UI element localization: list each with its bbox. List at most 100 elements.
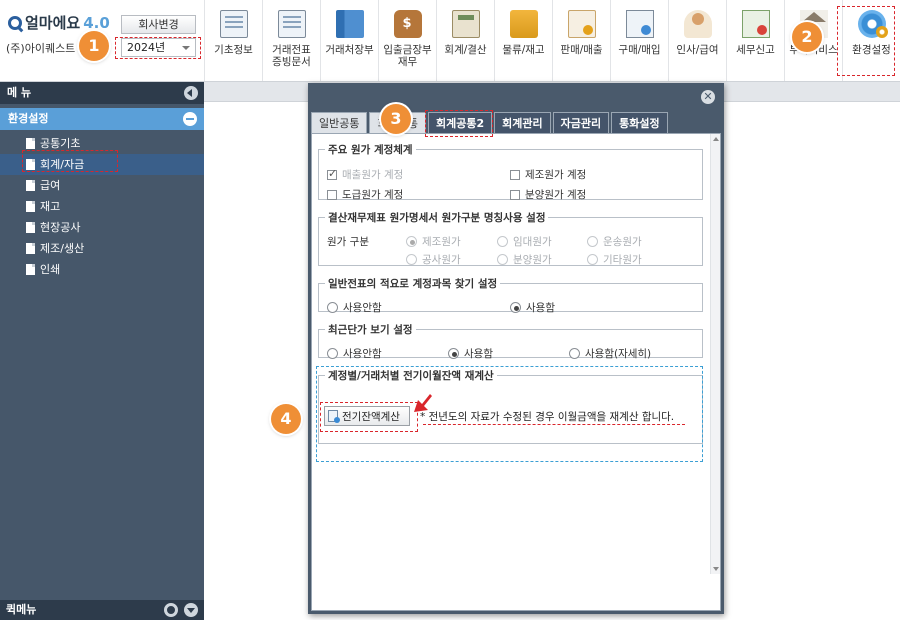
- sidebar-item-label: 인쇄: [40, 263, 61, 276]
- step-badge-1: 1: [79, 31, 109, 61]
- tab-accounting-management[interactable]: 회계관리: [494, 112, 551, 133]
- tab-currency-settings[interactable]: 통화설정: [611, 112, 668, 133]
- page-icon: [26, 222, 35, 233]
- group-title: 주요 원가 계정체계: [328, 144, 413, 156]
- checkbox-sale-in-lots-cost[interactable]: 분양원가 계정: [510, 187, 586, 202]
- account-search-group: 일반전표의 적요로 계정과목 찾기 설정 사용안함 사용함: [318, 276, 703, 315]
- sidebar-item-payroll[interactable]: 급여: [0, 175, 204, 196]
- highlight-settings-menu: [837, 6, 895, 76]
- radio-recent-price-detail[interactable]: 사용함(자세히): [569, 346, 651, 361]
- cost-category-label: 원가 구분: [327, 236, 369, 248]
- option-label: 분양원가 계정: [525, 189, 587, 201]
- sidebar-item-label: 제조/생산: [40, 242, 85, 255]
- option-label: 분양원가: [513, 254, 552, 266]
- settings-dialog: ✕ 일반공통 회계공통 회계공통2 회계관리 자금관리 통화설정 주요 원가 계…: [308, 83, 724, 614]
- group-title: 일반전표의 적요로 계정과목 찾기 설정: [328, 278, 498, 290]
- checkbox-sales-cost[interactable]: 매출원가 계정: [327, 167, 403, 182]
- highlight-note-underline: [423, 424, 685, 425]
- sidebar-header: 메 뉴: [0, 82, 204, 104]
- option-label: 매출원가 계정: [342, 169, 404, 181]
- quick-menu-label: 퀵메뉴: [6, 603, 37, 616]
- close-icon[interactable]: ✕: [701, 90, 715, 104]
- radio-recent-price-off[interactable]: 사용안함: [327, 346, 382, 361]
- recent-price-group: 최근단가 보기 설정 사용안함 사용함 사용함(자세히): [318, 322, 703, 361]
- checkbox-box: [510, 189, 520, 200]
- option-label: 도급원가 계정: [342, 189, 404, 201]
- menu-label: 세무신고: [736, 44, 775, 56]
- menu-label: 입출금장부 재무: [383, 44, 432, 68]
- page-icon: [26, 201, 35, 212]
- checkbox-manufacturing-cost[interactable]: 제조원가 계정: [510, 167, 586, 182]
- arrow-icon: [414, 394, 432, 412]
- option-label: 임대원가: [513, 236, 552, 248]
- sidebar-item-inventory[interactable]: 재고: [0, 196, 204, 217]
- menu-logistics[interactable]: 물류/재고: [494, 0, 552, 81]
- menu-label: 판매/매출: [560, 44, 603, 56]
- ledger-book-icon: [335, 10, 364, 38]
- radio-rental[interactable]: 임대원가: [497, 234, 552, 249]
- radio-circle: [497, 254, 508, 265]
- menu-purchase[interactable]: 구매/매입: [610, 0, 668, 81]
- change-company-button[interactable]: 회사변경: [121, 15, 196, 34]
- option-label: 기타원가: [603, 254, 642, 266]
- highlight-year: [115, 37, 201, 59]
- vertical-scrollbar[interactable]: [710, 134, 720, 574]
- menu-accounting[interactable]: 회계/결산: [436, 0, 494, 81]
- highlight-calc-button: [320, 402, 418, 432]
- collapse-left-icon[interactable]: [184, 86, 198, 100]
- minus-icon[interactable]: [183, 112, 197, 126]
- group-title: 최근단가 보기 설정: [328, 324, 413, 336]
- option-label: 사용함: [464, 348, 493, 360]
- option-label: 운송원가: [603, 236, 642, 248]
- radio-circle: [327, 348, 338, 359]
- checkbox-contract-cost[interactable]: 도급원가 계정: [327, 187, 403, 202]
- radio-recent-price-on[interactable]: 사용함: [448, 346, 493, 361]
- menu-voucher[interactable]: 거래전표 증빙문서: [262, 0, 320, 81]
- page-icon: [26, 243, 35, 254]
- tax-icon: [741, 10, 770, 38]
- radio-circle: [587, 254, 598, 265]
- menu-label: 회계/결산: [444, 44, 487, 56]
- radio-sale-in-lots[interactable]: 분양원가: [497, 252, 552, 267]
- menu-cash-ledger[interactable]: 입출금장부 재무: [378, 0, 436, 81]
- option-label: 사용함: [526, 302, 555, 314]
- radio-manufacturing[interactable]: 제조원가: [406, 234, 461, 249]
- sidebar-title: 메 뉴: [7, 86, 32, 99]
- sidebar-item-manufacturing[interactable]: 제조/생산: [0, 238, 204, 259]
- sidebar-item-construction[interactable]: 현장공사: [0, 217, 204, 238]
- sidebar-item-print[interactable]: 인쇄: [0, 259, 204, 280]
- radio-transport[interactable]: 운송원가: [587, 234, 642, 249]
- radio-account-search-on[interactable]: 사용함: [510, 300, 555, 315]
- tab-general-common[interactable]: 일반공통: [311, 112, 368, 133]
- menu-basic-info[interactable]: 기초정보: [204, 0, 262, 81]
- radio-circle: [406, 254, 417, 265]
- radio-account-search-off[interactable]: 사용안함: [327, 300, 382, 315]
- gear-icon[interactable]: [164, 603, 178, 617]
- step-badge-4: 4: [271, 404, 301, 434]
- radio-construction[interactable]: 공사원가: [406, 252, 461, 267]
- sales-icon: [567, 10, 596, 38]
- checkbox-box: [510, 169, 520, 180]
- option-label: 제조원가: [422, 236, 461, 248]
- menu-hr-payroll[interactable]: 인사/급여: [668, 0, 726, 81]
- menu-client-ledger[interactable]: 거래처장부: [320, 0, 378, 81]
- radio-circle: [587, 236, 598, 247]
- highlight-accounting-tab: [425, 110, 493, 137]
- tab-fund-management[interactable]: 자금관리: [552, 112, 610, 133]
- menu-label: 기초정보: [214, 44, 253, 56]
- sidebar-section-settings[interactable]: 환경설정: [0, 108, 204, 130]
- radio-other[interactable]: 기타원가: [587, 252, 642, 267]
- option-label: 제조원가 계정: [525, 169, 587, 181]
- sidebar-item-label: 현장공사: [40, 221, 81, 234]
- menu-sales[interactable]: 판매/매출: [552, 0, 610, 81]
- app-logo: 얼마에요 4.0: [8, 12, 110, 33]
- expand-down-icon[interactable]: [184, 603, 198, 617]
- calculator-icon: [451, 10, 480, 38]
- menu-label: 구매/매입: [618, 44, 661, 56]
- menu-label: 거래전표 증빙문서: [272, 44, 311, 68]
- voucher-icon: [277, 10, 306, 38]
- menu-tax-report[interactable]: 세무신고: [726, 0, 784, 81]
- sidebar-section-label: 환경설정: [8, 112, 49, 125]
- purchase-icon: [625, 10, 654, 38]
- sidebar-item-label: 공통기초: [40, 137, 81, 150]
